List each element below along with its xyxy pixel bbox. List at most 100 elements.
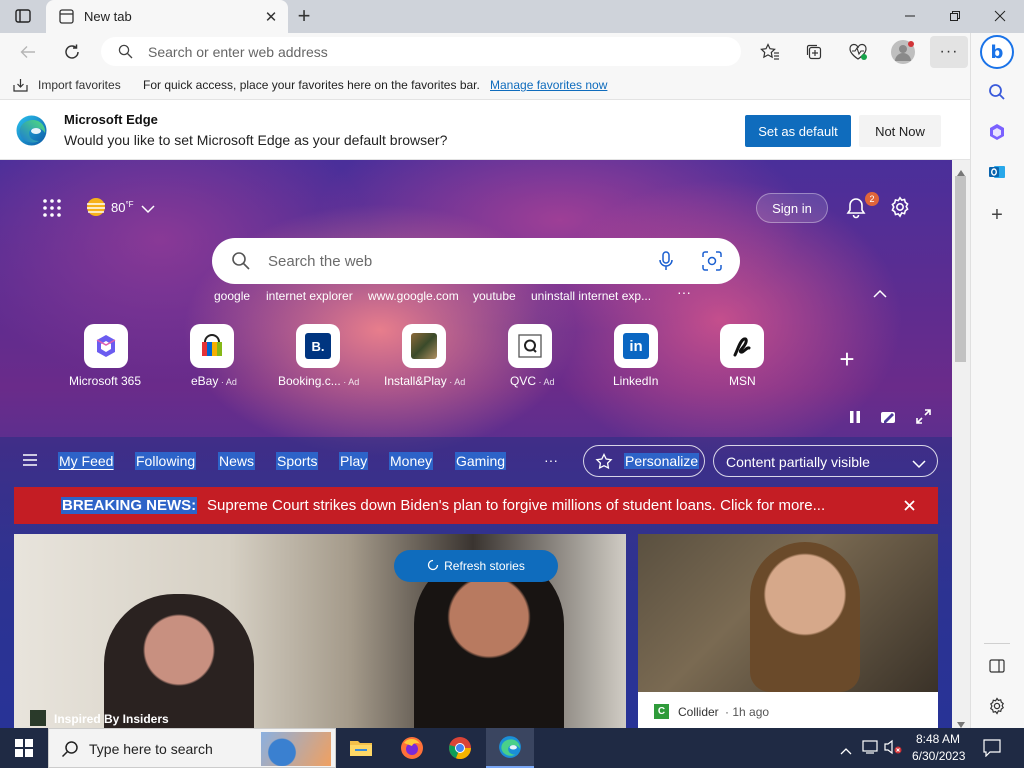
tab-actions-icon[interactable] — [12, 6, 34, 26]
tile-linkedin[interactable]: in — [614, 324, 658, 368]
edge-taskbar-icon[interactable] — [486, 728, 534, 768]
profile-avatar[interactable] — [891, 40, 915, 64]
firefox-icon[interactable] — [396, 732, 428, 764]
collections-icon[interactable] — [802, 40, 826, 64]
clock-date[interactable]: 6/30/2023 — [912, 749, 965, 763]
quick-link[interactable]: youtube — [473, 289, 516, 303]
weather-widget[interactable]: 80°F — [84, 196, 158, 220]
tab-sports[interactable]: Sports — [276, 452, 319, 470]
sidebar-hide-icon[interactable] — [984, 653, 1010, 679]
quick-link[interactable]: internet explorer — [266, 289, 353, 303]
new-tab-button[interactable]: + — [292, 3, 316, 28]
content-visibility-dropdown[interactable]: Content partially visible — [713, 445, 938, 477]
restore-button[interactable] — [945, 6, 965, 26]
tile-label: MSN — [729, 374, 756, 388]
tile-qvc[interactable] — [508, 324, 552, 368]
sidebar-search-icon[interactable] — [984, 79, 1010, 105]
personalize-label: Personalize — [624, 453, 700, 469]
quick-link[interactable]: www.google.com — [368, 289, 459, 303]
visual-search-icon[interactable] — [702, 251, 722, 274]
start-button[interactable] — [0, 728, 48, 768]
tab-new-tab[interactable]: New tab ✕ — [46, 0, 288, 33]
tab-news[interactable]: News — [218, 452, 256, 470]
network-icon[interactable] — [862, 739, 880, 758]
personalize-button[interactable]: Personalize — [583, 445, 705, 477]
breaking-news-banner[interactable]: BREAKING NEWS: Supreme Court strikes dow… — [14, 487, 938, 524]
tile-install-play[interactable] — [402, 324, 446, 368]
search-icon — [231, 251, 251, 274]
notification-badge: 2 — [865, 192, 879, 206]
tile-label: eBay · Ad — [191, 374, 237, 388]
chevron-down-icon — [912, 457, 926, 472]
page-settings-icon[interactable] — [888, 195, 912, 219]
clock-time[interactable]: 8:48 AM — [916, 732, 960, 746]
booking-icon: B. — [305, 333, 331, 359]
refresh-stories-button[interactable]: Refresh stories — [394, 550, 558, 582]
close-banner-icon[interactable] — [904, 499, 915, 514]
bell-icon — [846, 197, 866, 222]
sidebar-office-icon[interactable] — [984, 119, 1010, 145]
title-bar: New tab ✕ + — [0, 0, 1024, 33]
action-center-icon[interactable] — [983, 739, 1001, 760]
refresh-button[interactable] — [60, 40, 84, 64]
pause-icon[interactable] — [848, 410, 862, 427]
sidebar-settings-icon[interactable] — [984, 693, 1010, 719]
notifications-button[interactable]: 2 — [844, 192, 879, 222]
close-tab-icon[interactable]: ✕ — [262, 8, 280, 26]
microphone-icon[interactable] — [658, 251, 674, 274]
sidebar-divider — [984, 643, 1010, 644]
tile-microsoft-365[interactable] — [84, 324, 128, 368]
tab-my-feed[interactable]: My Feed — [58, 452, 115, 470]
import-favorites-link[interactable]: Import favorites — [38, 78, 121, 92]
favorites-bar: Import favorites For quick access, place… — [0, 71, 970, 100]
taskbar-search-box[interactable]: Type here to search — [48, 728, 336, 768]
not-now-button[interactable]: Not Now — [859, 115, 941, 147]
web-search-box[interactable]: Search the web — [212, 238, 740, 284]
chrome-icon[interactable] — [444, 732, 476, 764]
tile-msn[interactable] — [720, 324, 764, 368]
settings-and-more-button[interactable]: ··· — [930, 36, 968, 68]
tile-booking[interactable]: B. — [296, 324, 340, 368]
tab-money[interactable]: Money — [389, 452, 434, 470]
quick-link[interactable]: google — [214, 289, 250, 303]
tile-label: Microsoft 365 — [69, 374, 142, 388]
address-bar[interactable]: Search or enter web address — [101, 37, 741, 66]
favorites-bar-message: For quick access, place your favorites h… — [143, 78, 480, 92]
new-tab-page-icon — [58, 8, 74, 24]
page-scrollbar[interactable] — [952, 160, 970, 728]
collapse-chevron-up-icon[interactable] — [873, 287, 887, 302]
story-card-small[interactable]: C Collider · 1h ago — [638, 534, 938, 728]
add-site-button[interactable]: + — [834, 344, 860, 374]
expand-icon[interactable] — [916, 409, 931, 427]
back-button[interactable] — [17, 41, 39, 63]
file-explorer-icon[interactable] — [345, 732, 377, 764]
close-window-button[interactable] — [990, 6, 1010, 26]
sidebar-outlook-icon[interactable] — [984, 159, 1010, 185]
quick-link[interactable]: uninstall internet exp... — [531, 289, 651, 303]
apps-launcher-icon[interactable] — [40, 196, 64, 220]
set-as-default-button[interactable]: Set as default — [745, 115, 851, 147]
manage-favorites-link[interactable]: Manage favorites now — [490, 78, 607, 92]
tile-ebay[interactable] — [190, 324, 234, 368]
tab-gaming[interactable]: Gaming — [455, 452, 507, 470]
bing-copilot-icon[interactable]: b — [980, 35, 1014, 69]
favorites-icon[interactable] — [758, 40, 782, 64]
sidebar-add-icon[interactable]: + — [984, 202, 1010, 228]
feed-more-button[interactable]: ··· — [544, 452, 558, 468]
browser-essentials-icon[interactable] — [846, 40, 870, 64]
taskbar: Type here to search 8:48 AM 6/30/2023 — [0, 728, 1024, 768]
scrollbar-thumb[interactable] — [955, 176, 966, 362]
edit-background-icon[interactable] — [880, 409, 896, 428]
story-source: Collider — [678, 705, 719, 719]
quick-links-more-icon[interactable]: ··· — [677, 284, 691, 300]
minimize-button[interactable] — [900, 6, 920, 26]
system-tray-chevron-up-icon[interactable] — [840, 743, 852, 758]
sign-in-button[interactable]: Sign in — [756, 193, 828, 223]
volume-muted-icon[interactable] — [884, 739, 902, 758]
refresh-stories-label: Refresh stories — [444, 559, 525, 573]
tab-following[interactable]: Following — [135, 452, 197, 470]
tab-play[interactable]: Play — [339, 452, 369, 470]
default-browser-infobar: Microsoft Edge Would you like to set Mic… — [0, 100, 970, 160]
feed-menu-icon[interactable] — [23, 454, 37, 469]
msn-icon — [733, 337, 751, 357]
